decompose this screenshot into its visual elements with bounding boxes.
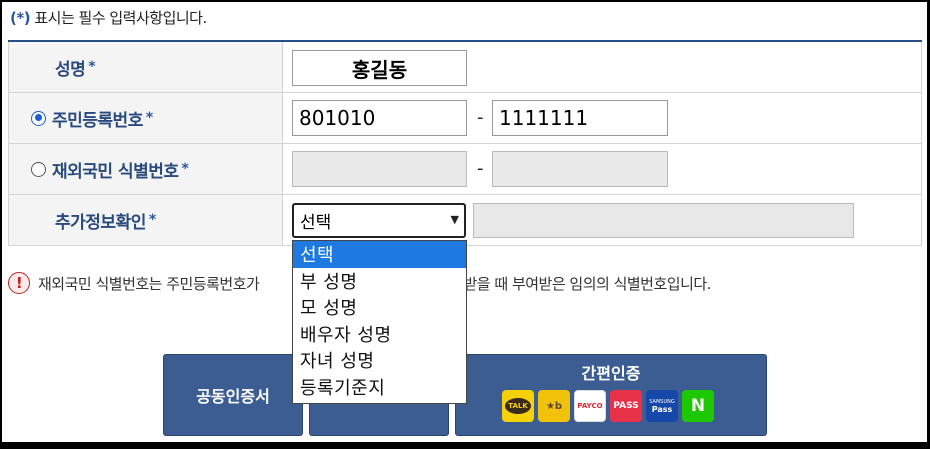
extra-info-row: 추가정보확인 * 선택 ▼: [8, 195, 922, 246]
required-notice-text: 표시는 필수 입력사항입니다.: [30, 9, 207, 27]
extra-info-dropdown: 선택 부 성명 모 성명 배우자 성명 자녀 성명 등록기준지: [292, 240, 467, 404]
info-text-start: 재외국민 식별번호는 주민등록번호가: [38, 274, 260, 293]
extra-info-label: 추가정보확인 *: [55, 212, 156, 233]
required-star: *: [145, 110, 153, 126]
dropdown-option[interactable]: 모 성명: [293, 294, 466, 321]
foreign-id-front-field[interactable]: [292, 151, 467, 187]
required-star: *: [88, 59, 96, 75]
warning-icon: !: [8, 272, 30, 294]
dropdown-option[interactable]: 배우자 성명: [293, 321, 466, 348]
foreign-id-label[interactable]: 재외국민 식별번호 *: [31, 144, 189, 194]
foreign-id-back-field[interactable]: [492, 151, 668, 187]
foreign-id-dash: -: [477, 158, 484, 179]
dropdown-option[interactable]: 부 성명: [293, 268, 466, 295]
rrn-front-field[interactable]: 801010: [292, 100, 467, 136]
window: (*) 표시는 필수 입력사항입니다. 성명 * 홍길동 주민등록번호 * 8010…: [2, 2, 927, 442]
rrn-radio[interactable]: [31, 110, 46, 126]
dropdown-option[interactable]: 등록기준지: [293, 374, 466, 401]
required-star: *: [148, 212, 156, 228]
dropdown-option[interactable]: 자녀 성명: [293, 347, 466, 374]
name-label: 성명 *: [55, 59, 96, 80]
extra-info-select[interactable]: 선택 ▼: [292, 203, 466, 238]
payco-icon: PAYCO: [574, 390, 606, 422]
auth-provider-logos: TALK ★b PAYCO PASS SAMSUNG Pass N: [502, 390, 714, 422]
kb-icon: ★b: [538, 390, 570, 422]
extra-info-field[interactable]: [473, 203, 854, 238]
simple-auth-button[interactable]: 간편인증 TALK ★b PAYCO PASS SAMSUNG Pass N: [455, 354, 767, 436]
required-star: *: [181, 161, 189, 177]
foreign-id-row: 재외국민 식별번호 * -: [8, 144, 922, 195]
rrn-row: 주민등록번호 * 801010 - 1111111: [8, 93, 922, 144]
chevron-down-icon: ▼: [450, 213, 459, 226]
foreign-id-radio[interactable]: [31, 161, 46, 177]
rrn-dash: -: [477, 107, 484, 128]
dropdown-option[interactable]: 선택: [293, 241, 466, 268]
samsung-pass-icon: SAMSUNG Pass: [646, 390, 678, 422]
rrn-back-field[interactable]: 1111111: [492, 100, 668, 136]
pass-icon: PASS: [610, 390, 642, 422]
joint-certificate-button[interactable]: 공동인증서: [163, 354, 303, 436]
kakao-talk-icon: TALK: [502, 390, 534, 422]
name-field[interactable]: 홍길동: [292, 50, 467, 86]
naver-icon: N: [682, 390, 714, 422]
name-row: 성명 * 홍길동: [8, 42, 922, 93]
required-notice: (*) 표시는 필수 입력사항입니다.: [10, 7, 207, 28]
rrn-label[interactable]: 주민등록번호 *: [31, 93, 153, 143]
identity-form: 성명 * 홍길동 주민등록번호 * 801010 - 1111111 재외국민 식별…: [8, 40, 922, 246]
simple-auth-title: 간편인증: [581, 364, 641, 383]
select-value: 선택: [300, 213, 332, 233]
required-marker: (*): [10, 9, 31, 27]
